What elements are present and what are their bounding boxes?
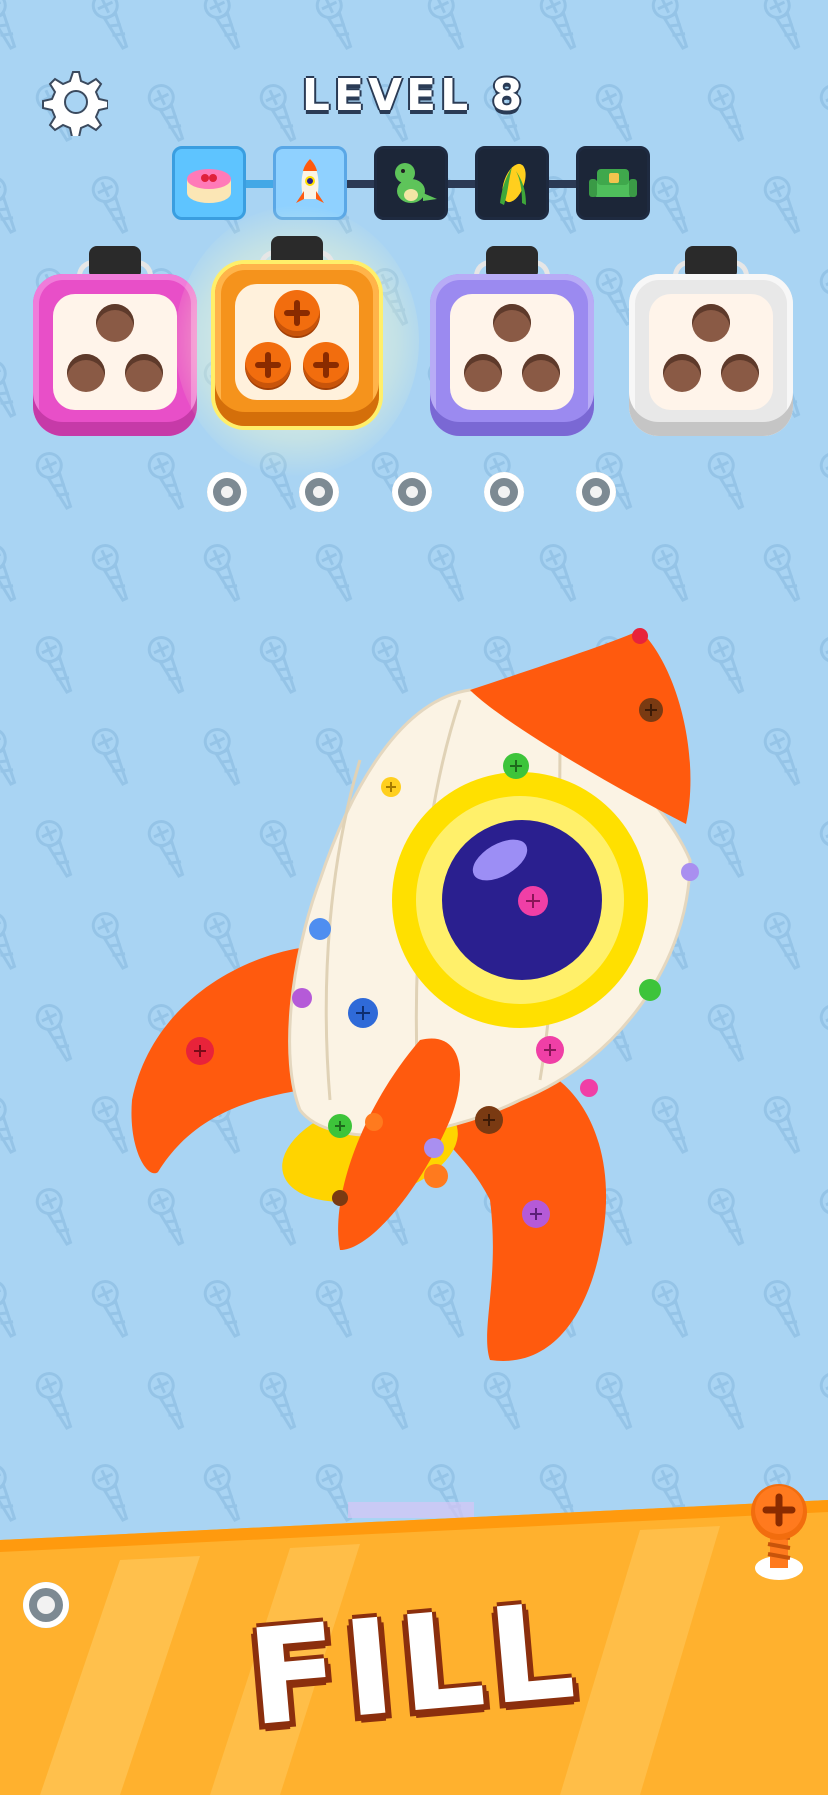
screw-head xyxy=(303,342,349,388)
empty-hole xyxy=(67,354,105,392)
level-progress xyxy=(172,146,652,222)
holding-slot[interactable] xyxy=(207,472,247,512)
empty-hole xyxy=(493,304,531,342)
background-screw-icon xyxy=(647,172,698,238)
screw-green xyxy=(503,753,529,779)
empty-hole xyxy=(692,304,730,342)
screw-green xyxy=(328,1114,352,1138)
box-face xyxy=(235,284,359,400)
background-screw-icon xyxy=(815,264,828,330)
screw-pink xyxy=(580,1079,598,1097)
screw-box-white[interactable] xyxy=(629,246,793,436)
screw-blue xyxy=(309,918,331,940)
background-screw-icon xyxy=(311,540,362,606)
holding-slot[interactable] xyxy=(484,472,524,512)
background-screw-icon xyxy=(199,540,250,606)
background-screw-icon xyxy=(0,356,26,422)
sofa-icon xyxy=(589,169,637,197)
screw-box-pink[interactable] xyxy=(33,246,197,436)
stage-3 xyxy=(374,146,448,220)
background-screw-icon xyxy=(0,172,26,238)
box-body xyxy=(33,274,197,436)
background-screw-icon xyxy=(87,540,138,606)
holding-slot[interactable] xyxy=(576,472,616,512)
box-face xyxy=(450,294,574,410)
holding-slot[interactable] xyxy=(299,472,339,512)
stage-4 xyxy=(475,146,549,220)
background-screw-icon xyxy=(647,0,698,54)
holding-slots xyxy=(0,472,828,512)
screw-red xyxy=(186,1037,214,1065)
box-face xyxy=(53,294,177,410)
background-screw-icon xyxy=(535,540,586,606)
empty-hole xyxy=(663,354,701,392)
screw-purple xyxy=(292,988,312,1008)
box-handle xyxy=(89,246,141,276)
screw-head xyxy=(274,290,320,336)
background-screw-icon xyxy=(0,540,26,606)
rocket-icon xyxy=(296,159,324,203)
level-title: LEVEL 8 xyxy=(301,70,527,121)
screw-brown xyxy=(332,1190,348,1206)
screw-green xyxy=(639,979,661,1001)
screw-box-purple[interactable] xyxy=(430,246,594,436)
background-screw-icon xyxy=(647,540,698,606)
background-screw-icon xyxy=(87,0,138,54)
empty-hole xyxy=(464,354,502,392)
background-screw-icon xyxy=(0,0,26,54)
background-screw-icon xyxy=(423,540,474,606)
dinosaur-icon xyxy=(395,163,437,203)
screw-box-orange[interactable] xyxy=(175,206,419,476)
background-screw-icon xyxy=(759,540,810,606)
empty-hole xyxy=(96,304,134,342)
screw-purple xyxy=(424,1138,444,1158)
screw-purple xyxy=(681,863,699,881)
screw-head xyxy=(245,342,291,388)
box-body xyxy=(430,274,594,436)
box-face xyxy=(649,294,773,410)
empty-hole xyxy=(125,354,163,392)
background-screw-icon xyxy=(759,0,810,54)
background-screw-icon xyxy=(87,172,138,238)
background-screw-icon xyxy=(423,0,474,54)
screw-pink xyxy=(536,1036,564,1064)
corn-icon xyxy=(500,163,526,205)
background-screw-icon xyxy=(535,0,586,54)
cake-icon xyxy=(187,169,231,203)
screw-purple xyxy=(522,1200,550,1228)
holding-slot[interactable] xyxy=(392,472,432,512)
screw-brown xyxy=(639,698,663,722)
background-screw-icon xyxy=(199,0,250,54)
background-screw-icon xyxy=(759,172,810,238)
box-body xyxy=(629,274,793,436)
background-screw-icon xyxy=(311,0,362,54)
rocket-left-fin xyxy=(131,948,302,1174)
empty-hole xyxy=(522,354,560,392)
screw-yellow xyxy=(381,777,401,797)
screw-orange xyxy=(365,1113,383,1131)
stage-1 xyxy=(172,146,246,220)
screw-pink xyxy=(518,886,548,916)
box-handle xyxy=(271,236,323,266)
box-body xyxy=(215,264,379,426)
empty-hole xyxy=(721,354,759,392)
rocket-model xyxy=(131,628,699,1361)
screw-orange xyxy=(424,1164,448,1188)
box-handle xyxy=(685,246,737,276)
screw-blue xyxy=(348,998,378,1028)
box-handle xyxy=(486,246,538,276)
stage-5 xyxy=(576,146,650,220)
screw-brown xyxy=(475,1106,503,1134)
